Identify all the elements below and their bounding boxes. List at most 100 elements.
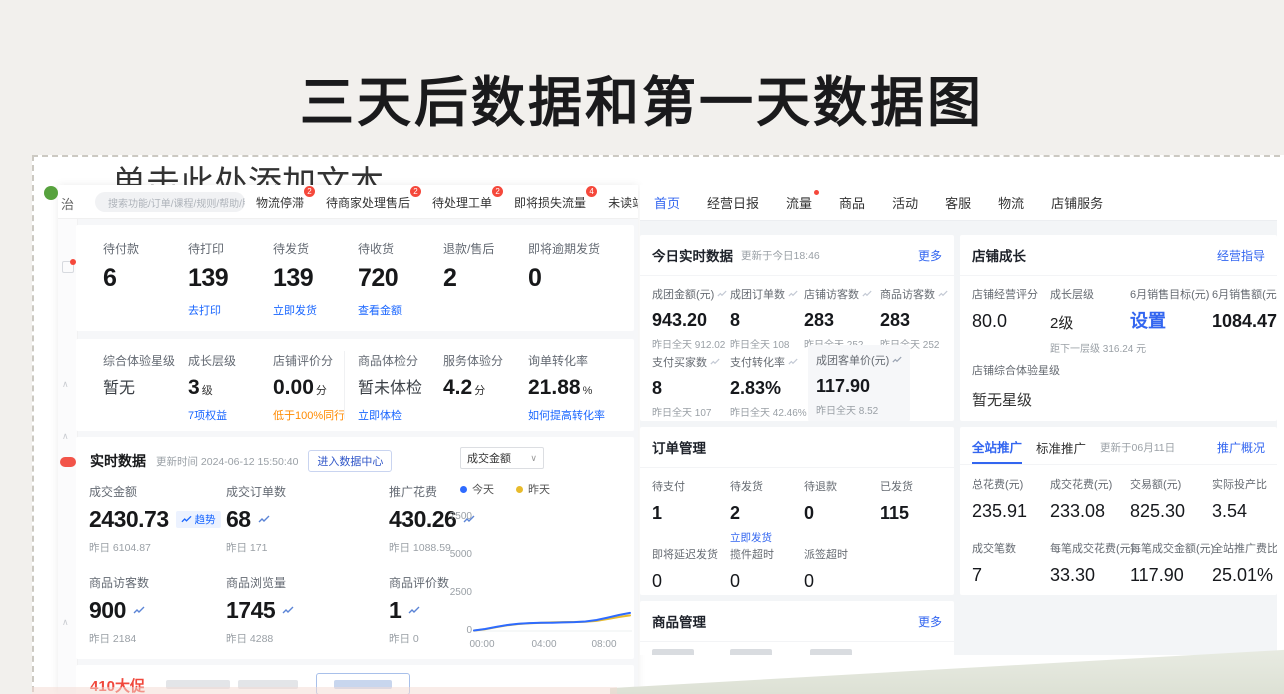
promotion-overview-link[interactable]: 推广概况 bbox=[1217, 439, 1265, 462]
nav-item-traffic-loss[interactable]: 即将损失流量4 bbox=[514, 194, 586, 211]
metric-gmv: 成交金额 2430.73 趋势 昨日 6104.87 bbox=[89, 483, 221, 555]
svg-text:04:00: 04:00 bbox=[531, 639, 556, 650]
realtime-updated: 更新时间 2024-06-12 15:50:40 bbox=[156, 454, 298, 469]
slide-main-title: 三天后数据和第一天数据图 bbox=[0, 58, 1284, 137]
health-inquiry-conversion: 询单转化率 21.88% 如何提高转化率 bbox=[528, 352, 628, 423]
trend-icon[interactable] bbox=[133, 606, 145, 615]
svg-text:2500: 2500 bbox=[450, 587, 473, 598]
legend-yesterday[interactable]: 昨天 bbox=[516, 481, 550, 497]
health-growth-level: 成长层级 3级 7项权益 bbox=[188, 352, 273, 423]
tab-activities[interactable]: 活动 bbox=[892, 193, 918, 212]
badge: 4 bbox=[586, 186, 597, 197]
legend-today[interactable]: 今天 bbox=[460, 481, 494, 497]
cell-pending-refund: 待退款 0 bbox=[804, 477, 837, 522]
shop-health-card: 综合体验星级 暂无 成长层级 3级 7项权益 店铺评价分 0.00分 低于100… bbox=[76, 339, 634, 431]
desk-edge-strip bbox=[32, 687, 617, 694]
more-link[interactable]: 更多 bbox=[918, 613, 942, 630]
legend-dot-yesterday bbox=[516, 486, 523, 493]
notification-dot bbox=[814, 190, 819, 195]
search-input[interactable]: 搜索功能/订单/课程/规则/帮助/服务 bbox=[95, 192, 245, 212]
promotion-panel: 全站推广 标准推广 更新于06月11日 推广概况 总花费(元) 235.91 成… bbox=[960, 427, 1277, 595]
divider bbox=[344, 351, 345, 419]
cell-amount-per-deal: 每笔成交金额(元) 117.90 bbox=[1130, 539, 1214, 584]
health-shop-score: 店铺评价分 0.00分 低于100%同行 bbox=[273, 352, 358, 423]
today-realtime-panel: 今日实时数据 更新于今日18:46 更多 成团金额(元) 943.20 昨日全天… bbox=[640, 235, 954, 421]
business-guide-link[interactable]: 经营指导 bbox=[1217, 247, 1265, 264]
tab-traffic[interactable]: 流量 bbox=[786, 193, 812, 212]
chevron-up-icon[interactable]: ∧ bbox=[62, 617, 69, 628]
svg-text:7500: 7500 bbox=[450, 511, 473, 522]
ship-now-link[interactable]: 立即发货 bbox=[273, 302, 358, 318]
enter-data-center-button[interactable]: 进入数据中心 bbox=[308, 450, 392, 472]
cell-deal-count: 成交笔数 7 bbox=[972, 539, 1016, 584]
line-chart: 7500 5000 2500 0 00:00 04:00 08:00 bbox=[448, 501, 634, 651]
cell-product-visitors: 商品访客数 283 昨日全天 252 bbox=[880, 285, 948, 351]
cell-delay-ship: 即将延迟发货 0 bbox=[652, 545, 718, 590]
cell-pending-ship: 待发货 2 立即发货 bbox=[730, 477, 772, 545]
cell-deal-spend: 成交花费(元) 233.08 bbox=[1050, 475, 1112, 520]
tab-shop-services[interactable]: 店铺服务 bbox=[1051, 193, 1103, 212]
below-peers-link[interactable]: 低于100%同行 bbox=[273, 407, 358, 423]
nav-item-pending-aftersale[interactable]: 待商家处理售后2 bbox=[326, 194, 410, 211]
cell-pay-conversion: 支付转化率 2.83% 昨日全天 42.46% bbox=[730, 353, 807, 419]
trend-icon[interactable] bbox=[258, 515, 270, 524]
check-now-link[interactable]: 立即体检 bbox=[358, 407, 443, 423]
improve-conversion-link[interactable]: 如何提高转化率 bbox=[528, 407, 628, 423]
trend-chip[interactable]: 趋势 bbox=[176, 511, 221, 528]
left-sidebar: ∧ ∧ ∧ bbox=[58, 219, 78, 694]
trend-icon[interactable] bbox=[788, 290, 798, 298]
trend-icon[interactable] bbox=[862, 290, 872, 298]
clipped-label-stub bbox=[652, 649, 694, 655]
tab-customer-service[interactable]: 客服 bbox=[945, 193, 971, 212]
stat-value: 0 bbox=[528, 266, 623, 291]
trend-icon[interactable] bbox=[710, 358, 720, 366]
metric-orders: 成交订单数 68 昨日 171 bbox=[226, 483, 286, 555]
tab-sitewide-promotion[interactable]: 全站推广 bbox=[972, 437, 1022, 464]
cell-pickup-timeout: 揽件超时 0 bbox=[730, 545, 774, 590]
nav-item-unread-message[interactable]: 未读站内信68 bbox=[608, 194, 638, 211]
bullet-dot bbox=[44, 186, 58, 200]
left-topbar: 治 搜索功能/订单/课程/规则/帮助/服务 物流停滞2 待商家处理售后2 待处理… bbox=[58, 185, 638, 219]
order-management-panel: 订单管理 待支付 1 待发货 2 立即发货 待退款 0 已发货 115 即将延迟… bbox=[640, 427, 954, 595]
stat-pending-ship: 待发货 139 立即发货 bbox=[273, 240, 358, 318]
tab-logistics[interactable]: 物流 bbox=[998, 193, 1024, 212]
cell-group-orders: 成团订单数 8 昨日全天 108 bbox=[730, 285, 798, 351]
cell-roi: 实际投产比 3.54 bbox=[1212, 475, 1267, 520]
stat-value: 2 bbox=[443, 266, 528, 291]
trend-icon[interactable] bbox=[408, 606, 420, 615]
trend-icon[interactable] bbox=[788, 358, 798, 366]
tab-products[interactable]: 商品 bbox=[839, 193, 865, 212]
apps-icon[interactable] bbox=[62, 261, 74, 273]
trend-icon[interactable] bbox=[938, 290, 948, 298]
trend-icon[interactable] bbox=[717, 290, 727, 298]
rights-link[interactable]: 7项权益 bbox=[188, 407, 273, 423]
cell-avg-order-value: 成团客单价(元) 117.90 昨日全天 8.52 bbox=[808, 345, 910, 421]
trend-icon[interactable] bbox=[282, 606, 294, 615]
nav-item-pending-ticket[interactable]: 待处理工单2 bbox=[432, 194, 492, 211]
more-link[interactable]: 更多 bbox=[918, 247, 942, 264]
metric-product-views: 商品浏览量 1745 昨日 4288 bbox=[226, 574, 294, 646]
chart-metric-select[interactable]: 成交金额 ∨ bbox=[460, 447, 544, 469]
go-print-link[interactable]: 去打印 bbox=[188, 302, 273, 318]
chevron-up-icon[interactable]: ∧ bbox=[62, 379, 69, 390]
ship-now-link[interactable]: 立即发货 bbox=[730, 530, 772, 545]
set-target-link[interactable]: 设置 bbox=[1130, 312, 1209, 330]
chart-legend: 今天 昨天 bbox=[460, 481, 550, 497]
clipped-label-stub bbox=[730, 649, 772, 655]
nav-item-logistics-stalled[interactable]: 物流停滞2 bbox=[256, 194, 304, 211]
tab-standard-promotion[interactable]: 标准推广 bbox=[1036, 438, 1086, 463]
health-star-level: 综合体验星级 暂无 bbox=[103, 352, 188, 423]
view-amount-link[interactable]: 查看金额 bbox=[358, 302, 443, 318]
tab-daily-report[interactable]: 经营日报 bbox=[707, 193, 759, 212]
stat-pending-receive: 待收货 720 查看金额 bbox=[358, 240, 443, 318]
left-top-nav: 物流停滞2 待商家处理售后2 待处理工单2 即将损失流量4 未读站内信68 bbox=[256, 185, 638, 219]
svg-text:08:00: 08:00 bbox=[591, 639, 616, 650]
chevron-up-icon[interactable]: ∧ bbox=[62, 431, 69, 442]
search-placeholder: 搜索功能/订单/课程/规则/帮助/服务 bbox=[108, 195, 245, 210]
cell-sales-target: 6月销售目标(元) 设置 bbox=[1130, 285, 1209, 330]
svg-text:00:00: 00:00 bbox=[469, 639, 494, 650]
chevron-down-icon: ∨ bbox=[530, 453, 537, 464]
trend-icon[interactable] bbox=[892, 356, 902, 364]
tab-home[interactable]: 首页 bbox=[654, 193, 680, 212]
cell-group-gmv: 成团金额(元) 943.20 昨日全天 912.02 bbox=[652, 285, 727, 351]
